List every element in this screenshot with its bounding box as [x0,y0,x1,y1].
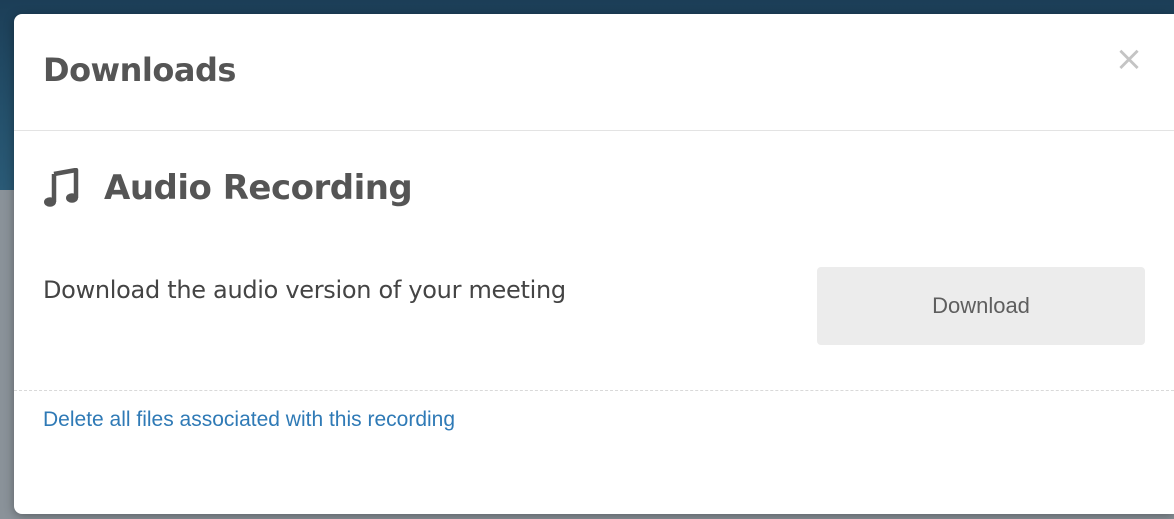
delete-recording-files-link[interactable]: Delete all files associated with this re… [43,408,455,432]
audio-description: Download the audio version of your meeti… [43,276,566,304]
close-icon[interactable]: × [1112,42,1146,76]
music-note-icon [44,168,79,207]
divider [14,390,1174,391]
downloads-modal: Downloads × Audio Recording Download the… [14,14,1174,514]
download-audio-button[interactable]: Download [817,267,1145,345]
modal-header: Downloads × [14,14,1174,131]
audio-recording-heading: Audio Recording [44,164,413,212]
section-title: Audio Recording [104,168,413,208]
modal-title: Downloads [43,51,236,89]
